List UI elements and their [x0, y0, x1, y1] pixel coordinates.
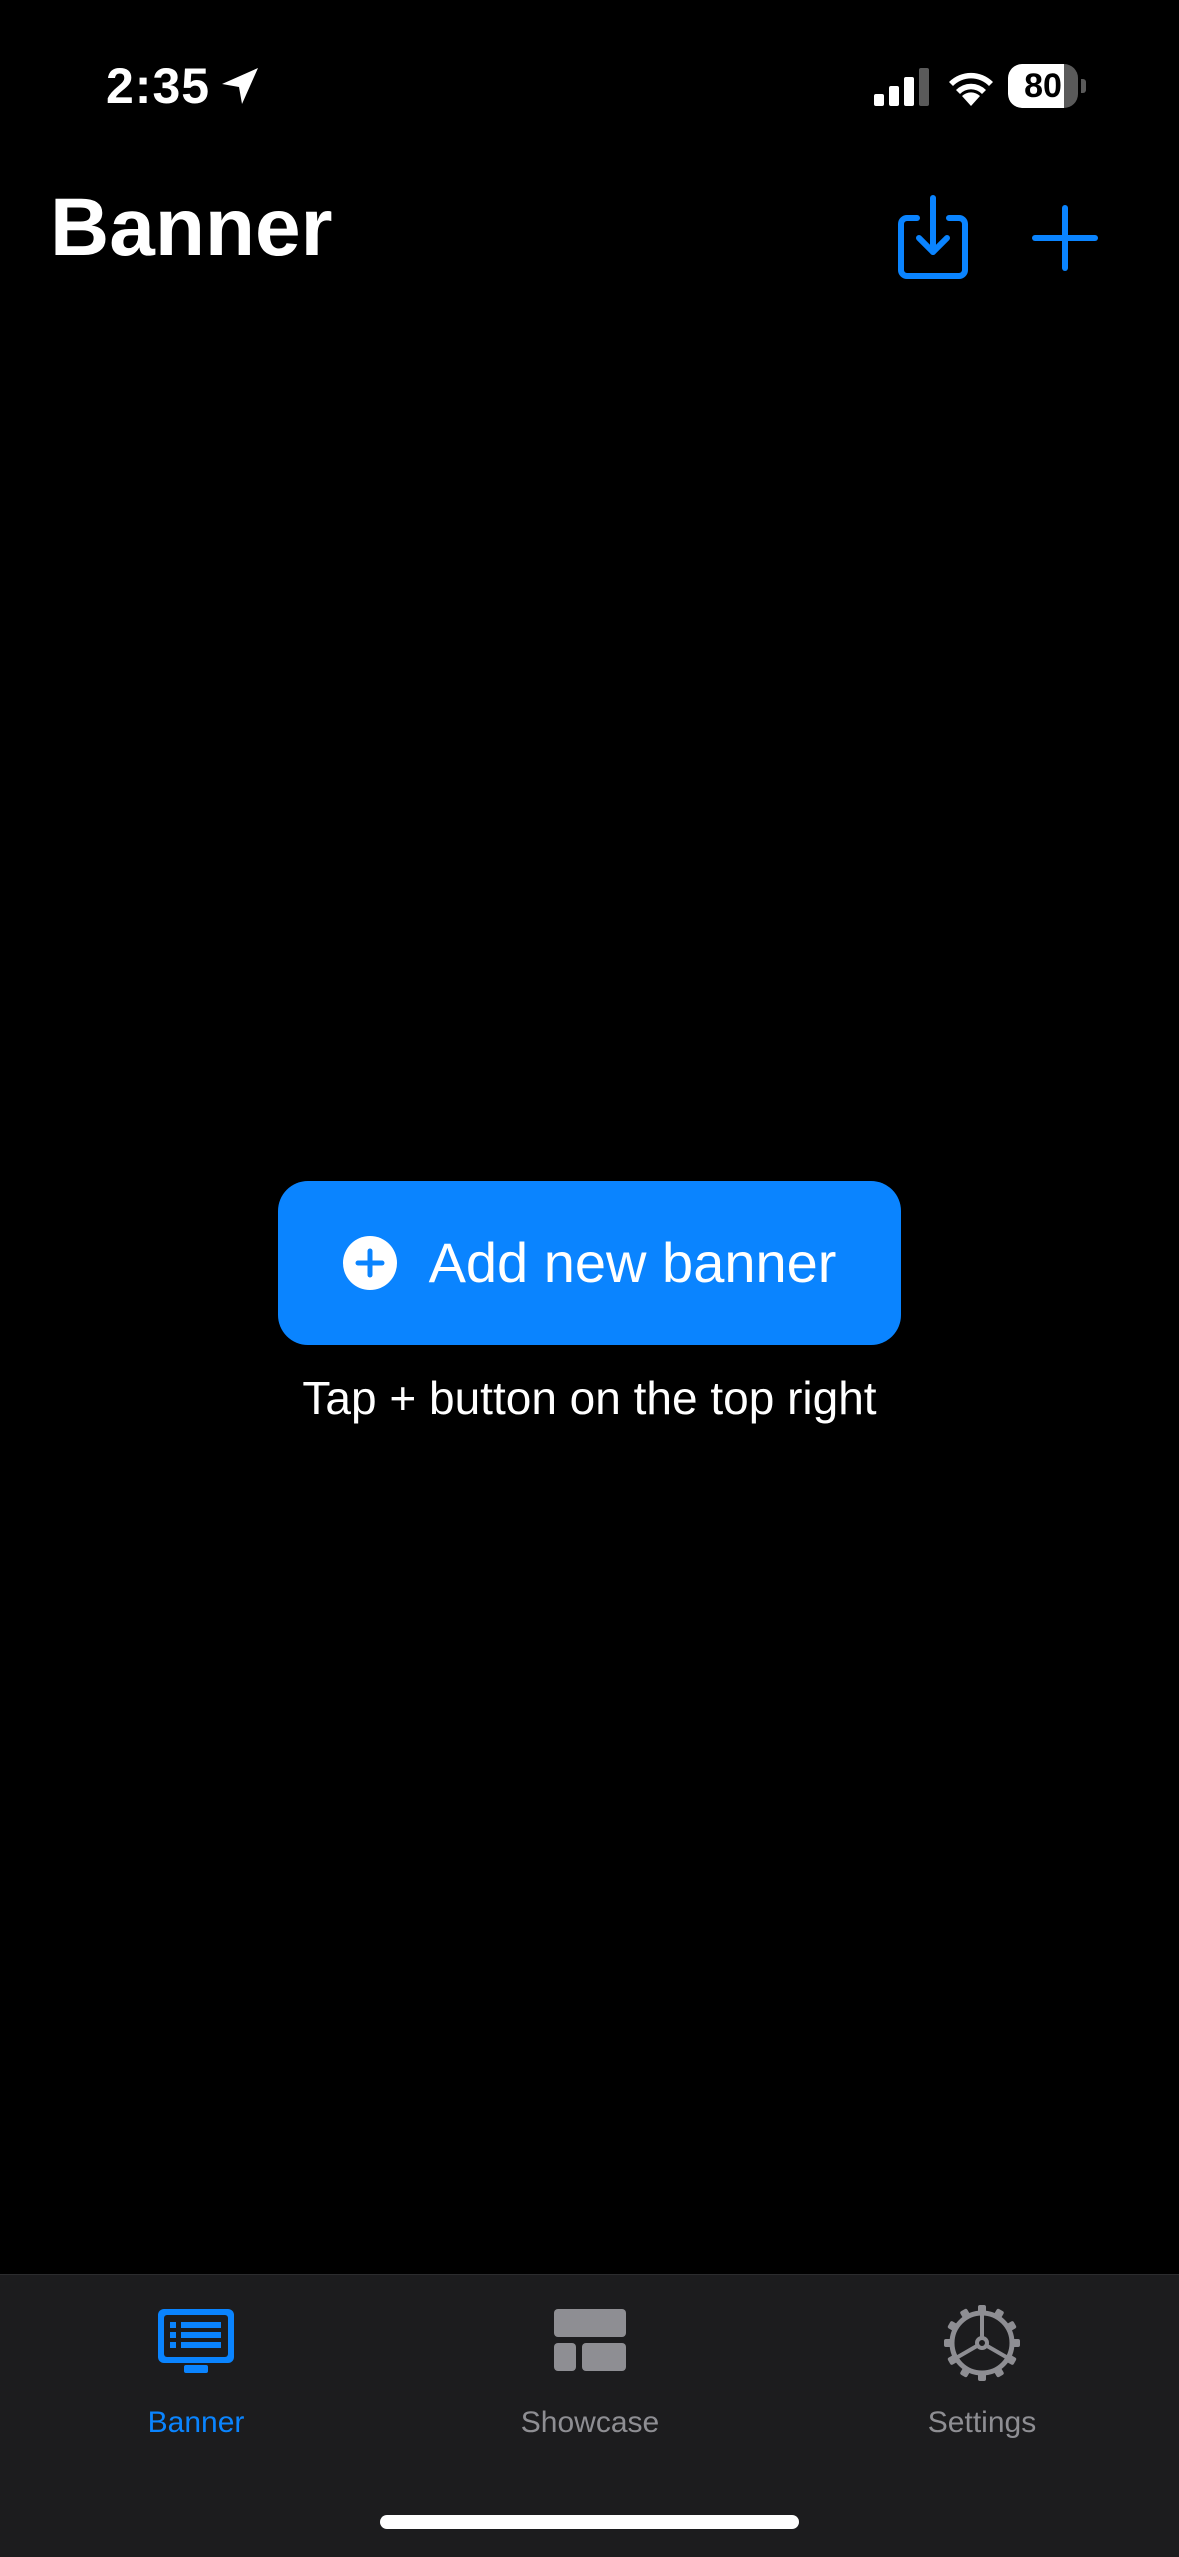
add-new-banner-label: Add new banner: [428, 1231, 837, 1294]
tab-settings[interactable]: Settings: [832, 2293, 1132, 2443]
plus-circle-icon: [342, 1236, 397, 1290]
status-bar: 2:35 80: [0, 0, 1179, 170]
tray-arrow-down-icon: [898, 195, 968, 279]
add-button[interactable]: [1025, 198, 1105, 278]
plus-icon: [1032, 205, 1098, 271]
layout-grid-icon: [554, 2309, 626, 2371]
tab-showcase[interactable]: Showcase: [440, 2293, 740, 2443]
tab-banner-label: Banner: [147, 2406, 245, 2439]
add-new-banner-button[interactable]: Add new banner: [278, 1181, 901, 1345]
battery-level-text: 80: [1024, 67, 1062, 105]
home-indicator: [380, 2515, 799, 2529]
gear-icon: [944, 2305, 1020, 2381]
status-time: 2:35: [106, 58, 211, 114]
display-list-icon: [158, 2309, 234, 2373]
location-arrow-icon: [222, 68, 258, 104]
battery-indicator: 80: [1008, 64, 1086, 108]
wifi-icon: [949, 72, 993, 106]
tab-settings-label: Settings: [927, 2406, 1037, 2439]
tab-banner[interactable]: Banner: [46, 2293, 346, 2443]
cellular-signal-icon: [874, 68, 929, 106]
battery-tip: [1081, 79, 1086, 93]
import-button[interactable]: [893, 192, 973, 282]
empty-state-hint: Tap + button on the top right: [302, 1372, 877, 1424]
tab-showcase-label: Showcase: [520, 2406, 660, 2439]
battery-body: 80: [1008, 64, 1078, 108]
page-title: Banner: [50, 182, 333, 273]
